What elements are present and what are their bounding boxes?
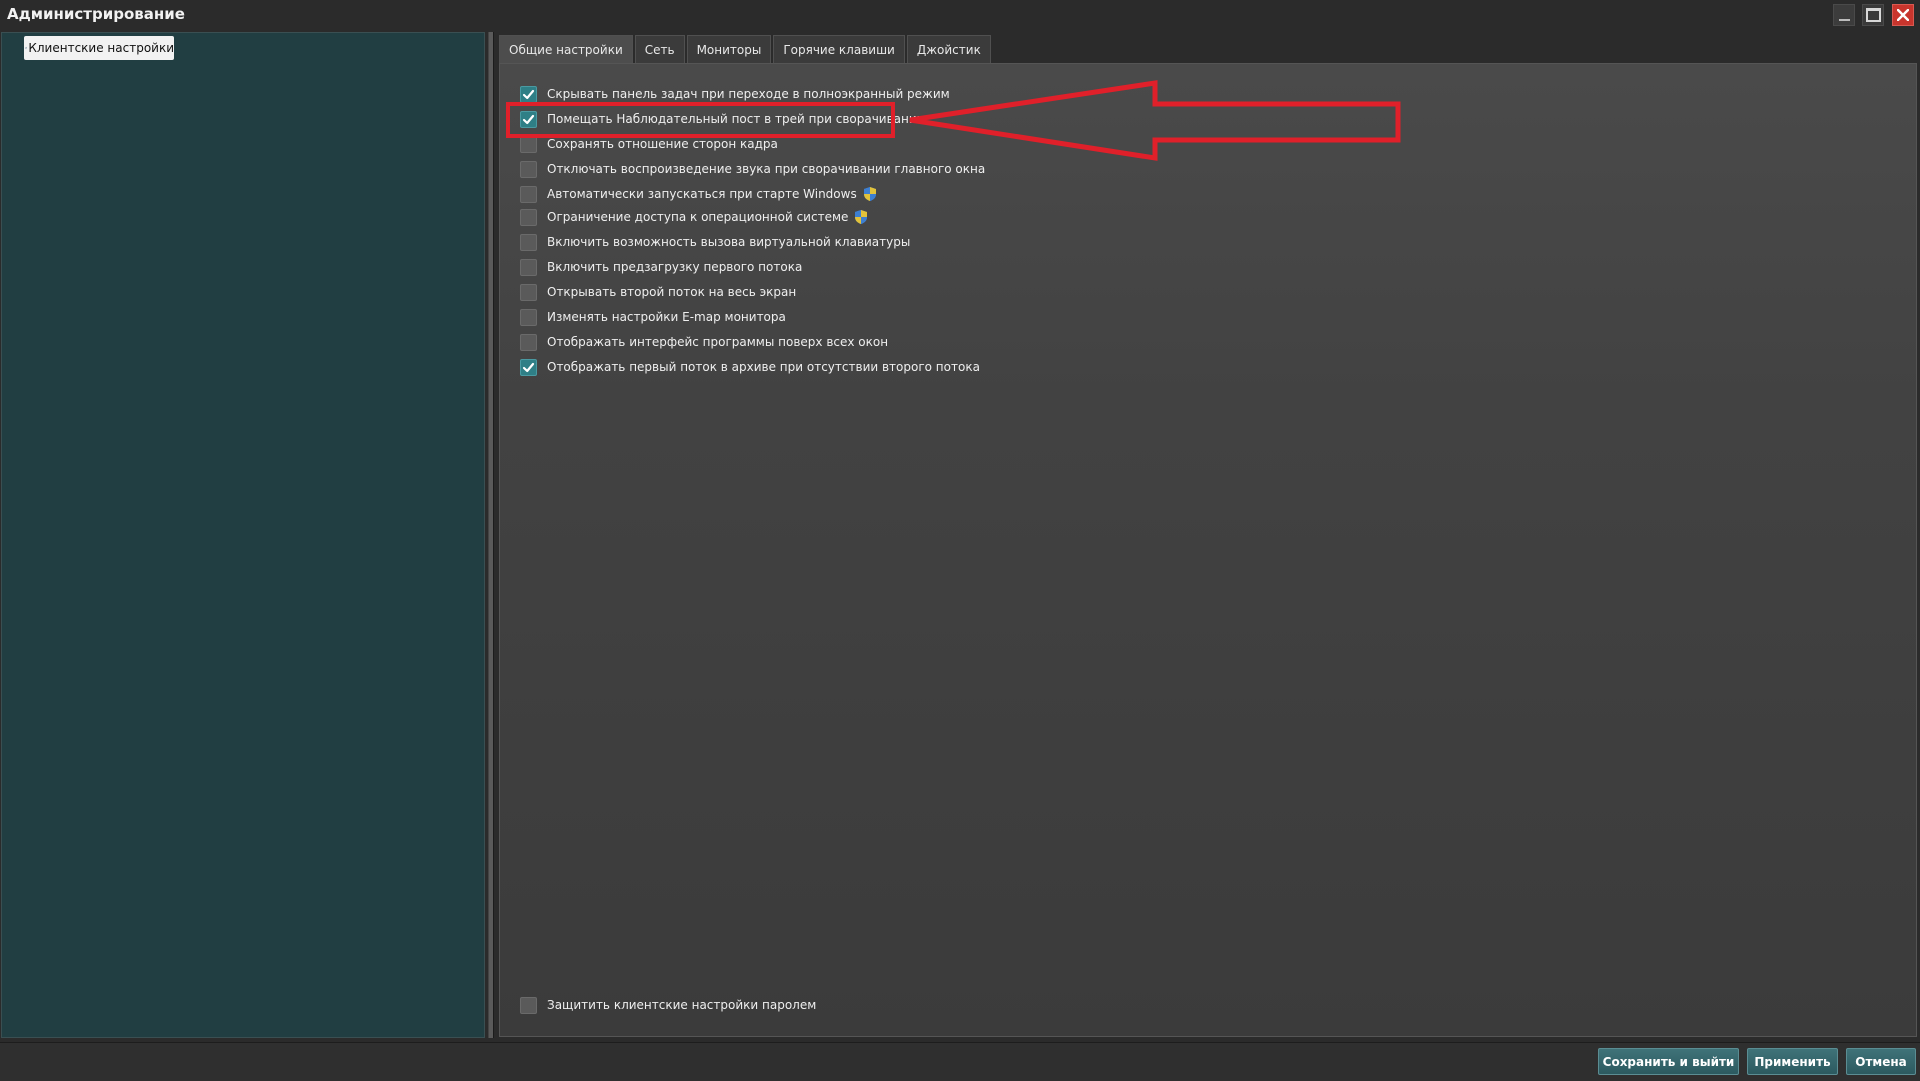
option-row[interactable]: Сохранять отношение сторон кадра: [520, 134, 778, 154]
option-row[interactable]: Отображать интерфейс программы поверх вс…: [520, 332, 888, 352]
checkmark-icon: [522, 114, 535, 124]
option-checkbox[interactable]: [520, 258, 537, 276]
tree-item-client-settings[interactable]: Клиентские настройки: [24, 36, 174, 60]
tab-network[interactable]: Сеть: [634, 35, 685, 63]
option-label: Автоматически запускаться при старте Win…: [547, 187, 857, 201]
option-label: Отображать первый поток в архиве при отс…: [547, 360, 980, 374]
tab-joystick[interactable]: Джойстик: [906, 35, 991, 63]
option-label: Скрывать панель задач при переходе в пол…: [547, 87, 950, 101]
tools-icon: [25, 46, 28, 50]
option-label: Отображать интерфейс программы поверх вс…: [547, 335, 889, 349]
option-checkbox[interactable]: [520, 358, 537, 376]
tab-monitors[interactable]: Мониторы: [686, 35, 772, 63]
option-checkbox[interactable]: [520, 233, 537, 251]
option-checkbox[interactable]: [520, 160, 537, 178]
uac-shield-icon: [855, 210, 868, 224]
admin-window: Администрирование Клиентские настройки О…: [0, 0, 1920, 1081]
apply-button[interactable]: Применить: [1747, 1048, 1838, 1075]
option-checkbox[interactable]: [520, 185, 537, 203]
option-checkbox[interactable]: [520, 135, 537, 153]
general-settings-panel: Скрывать панель задач при переходе в пол…: [499, 63, 1917, 1037]
option-row[interactable]: Отображать первый поток в архиве при отс…: [520, 357, 980, 377]
option-row[interactable]: Автоматически запускаться при старте Win…: [520, 184, 877, 204]
cancel-button[interactable]: Отмена: [1846, 1048, 1916, 1075]
option-label: Изменять настройки E-map монитора: [547, 310, 786, 324]
bottom-bar: Сохранить и выйти Применить Отмена: [0, 1042, 1920, 1081]
option-label: Ограничение доступа к операционной систе…: [547, 210, 849, 224]
minimize-button[interactable]: [1833, 4, 1855, 26]
option-row[interactable]: Ограничение доступа к операционной систе…: [520, 207, 868, 227]
option-label: Отключать воспроизведение звука при свор…: [547, 162, 986, 176]
maximize-button[interactable]: [1862, 4, 1884, 26]
option-row[interactable]: Отключать воспроизведение звука при свор…: [520, 159, 985, 179]
settings-tree-panel: Клиентские настройки: [1, 32, 485, 1038]
option-row[interactable]: Включить возможность вызова виртуальной …: [520, 232, 910, 252]
close-button[interactable]: [1892, 4, 1914, 26]
uac-shield-icon: [863, 187, 876, 201]
option-label: Помещать Наблюдательный пост в трей при …: [547, 112, 925, 126]
option-checkbox[interactable]: [520, 110, 537, 128]
option-row[interactable]: Скрывать панель задач при переходе в пол…: [520, 84, 950, 104]
window-title: Администрирование: [7, 5, 185, 23]
settings-tabs: Общие настройки Сеть Мониторы Горячие кл…: [499, 35, 993, 64]
option-label: Открывать второй поток на весь экран: [547, 285, 797, 299]
option-label: Защитить клиентские настройки паролем: [547, 998, 817, 1012]
title-bar: Администрирование: [0, 0, 1920, 31]
option-label: Сохранять отношение сторон кадра: [547, 137, 778, 151]
tree-item-label: Клиентские настройки: [28, 41, 174, 55]
save-and-exit-button[interactable]: Сохранить и выйти: [1598, 1048, 1739, 1075]
option-checkbox[interactable]: [520, 283, 537, 301]
close-icon: [1897, 9, 1909, 21]
option-checkbox[interactable]: [520, 85, 537, 103]
tab-general[interactable]: Общие настройки: [499, 35, 633, 64]
password-checkbox[interactable]: [520, 996, 537, 1014]
option-label: Включить предзагрузку первого потока: [547, 260, 803, 274]
option-row[interactable]: Изменять настройки E-map монитора: [520, 307, 786, 327]
option-label: Включить возможность вызова виртуальной …: [547, 235, 911, 249]
checkmark-icon: [522, 362, 535, 372]
option-row-password[interactable]: Защитить клиентские настройки паролем: [520, 995, 816, 1015]
option-checkbox[interactable]: [520, 208, 537, 226]
option-row[interactable]: Помещать Наблюдательный пост в трей при …: [520, 109, 924, 129]
checkmark-icon: [522, 89, 535, 99]
tab-hotkeys[interactable]: Горячие клавиши: [773, 35, 905, 63]
panel-splitter[interactable]: [488, 32, 494, 1038]
option-checkbox[interactable]: [520, 333, 537, 351]
option-checkbox[interactable]: [520, 308, 537, 326]
option-row[interactable]: Открывать второй поток на весь экран: [520, 282, 796, 302]
option-row[interactable]: Включить предзагрузку первого потока: [520, 257, 802, 277]
